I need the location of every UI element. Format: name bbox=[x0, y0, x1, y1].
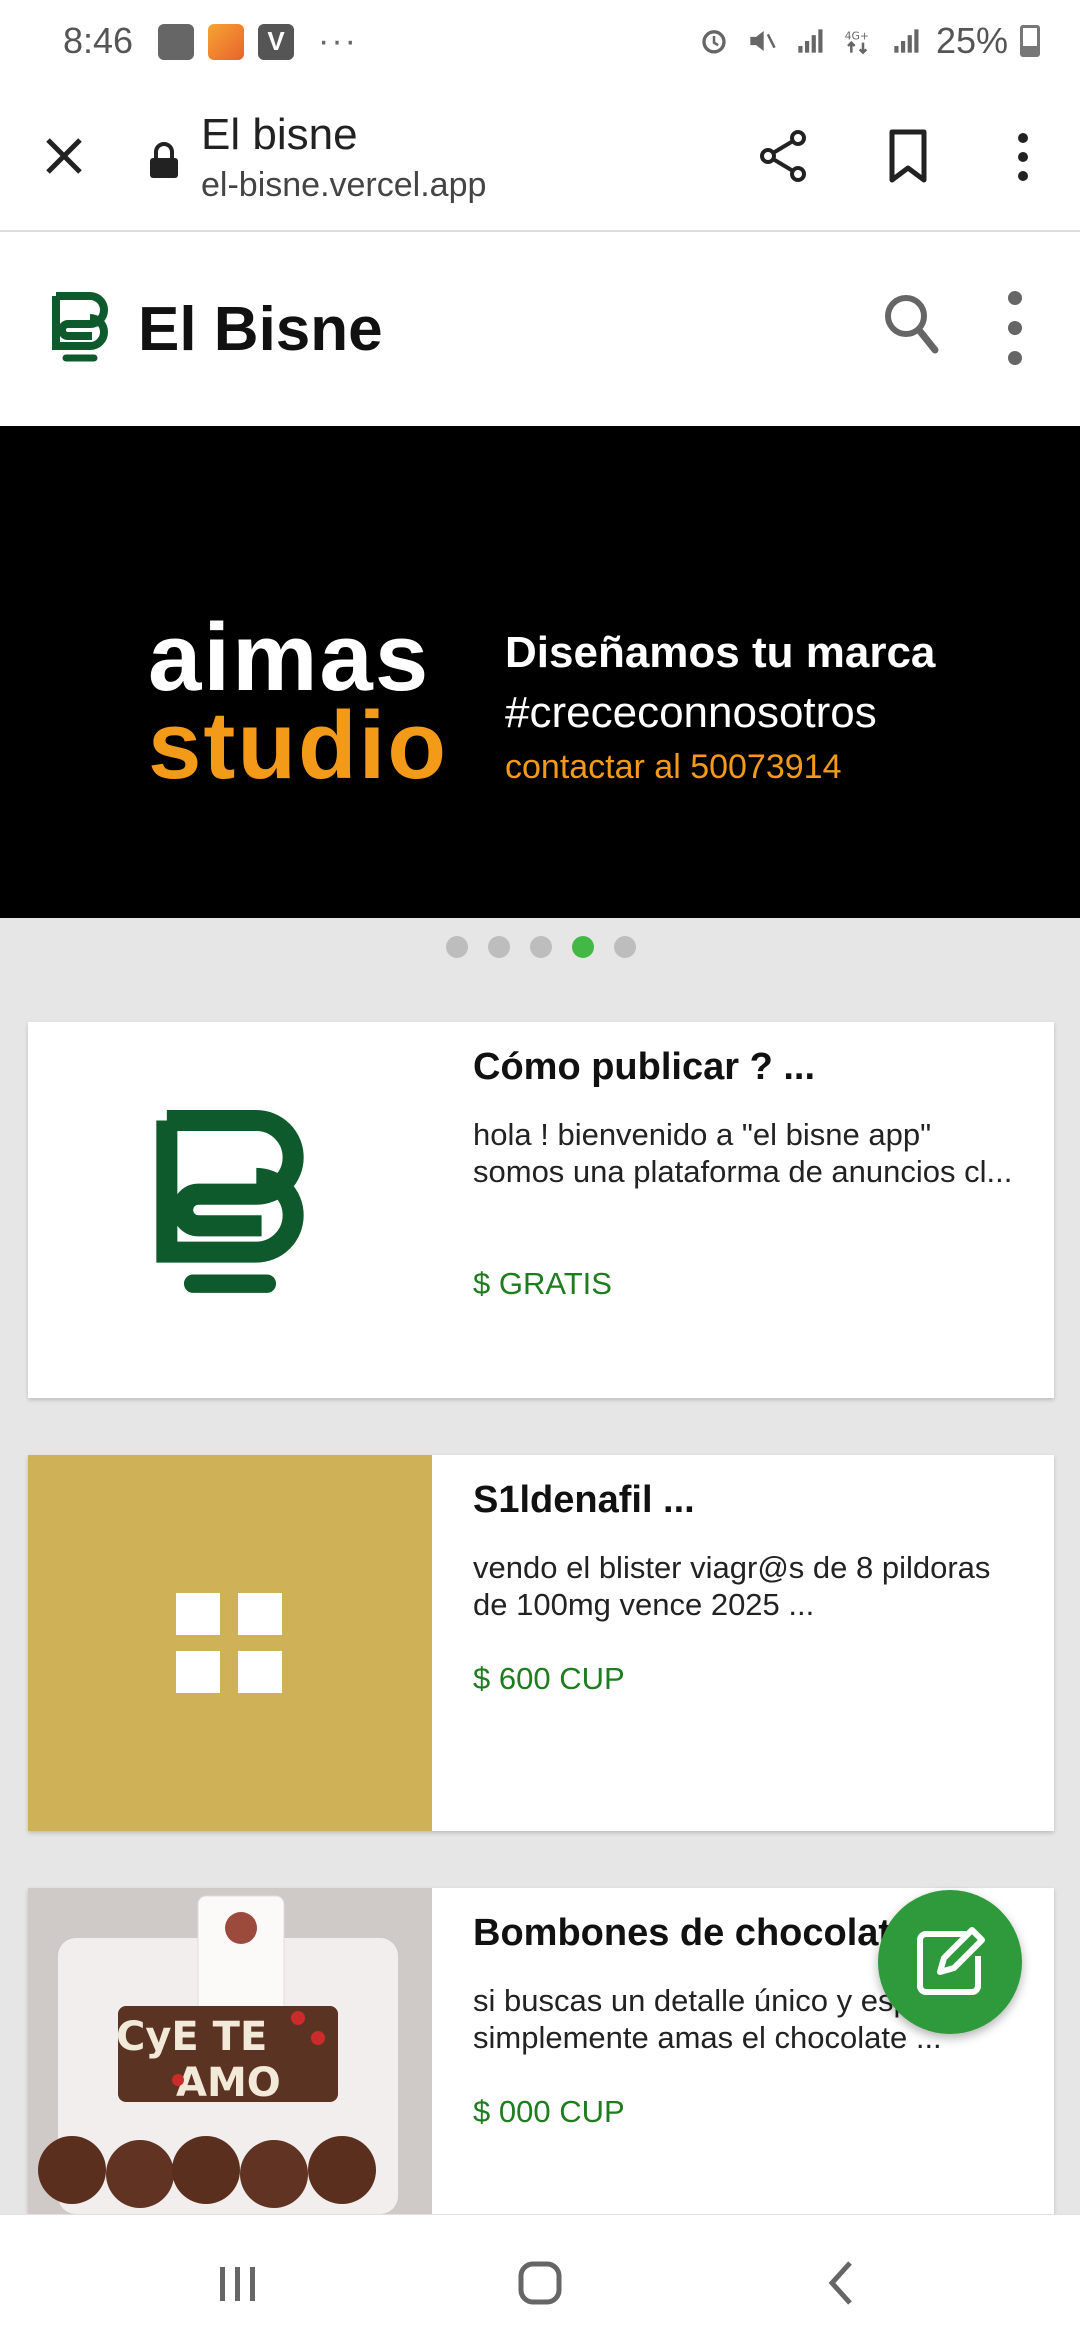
svg-text:CyE TE: CyE TE bbox=[116, 2014, 267, 2060]
battery-percent: 25% bbox=[935, 20, 1008, 61]
carousel-dot[interactable] bbox=[488, 936, 510, 958]
back-icon[interactable] bbox=[826, 2259, 856, 2307]
chocolate-photo: CyE TE AMO bbox=[28, 1888, 432, 2214]
banner-brand-bottom: studio bbox=[148, 692, 448, 799]
category-grid-icon bbox=[176, 1593, 282, 1693]
promo-banner[interactable]: aimas studio Diseñamos tu marca #crececo… bbox=[0, 426, 1080, 918]
edit-icon bbox=[917, 1927, 985, 1995]
recent-apps-icon[interactable] bbox=[216, 2263, 260, 2305]
status-bar: 8:46 V ··· 4G+ 25% bbox=[0, 0, 1080, 84]
bookmark-icon[interactable] bbox=[884, 128, 932, 184]
el-bisne-logo-icon bbox=[156, 1110, 304, 1293]
more-notifications-icon: ··· bbox=[318, 22, 358, 60]
listing-image: CyE TE AMO bbox=[28, 1888, 432, 2214]
app-menu-icon[interactable] bbox=[1000, 288, 1030, 368]
page-url[interactable]: el-bisne.vercel.app bbox=[201, 166, 486, 205]
close-icon[interactable] bbox=[40, 132, 88, 180]
system-indicators: 4G+ 25% bbox=[696, 20, 1040, 62]
app-title: El Bisne bbox=[138, 295, 383, 364]
signal-icon-2 bbox=[894, 29, 919, 53]
listing-price: $ 000 CUP bbox=[473, 2094, 625, 2129]
carousel-dot[interactable] bbox=[446, 936, 468, 958]
app-header: El Bisne bbox=[0, 232, 1080, 426]
listing-title: S1ldenafil ... bbox=[473, 1479, 695, 1521]
4g-data-icon: 4G+ bbox=[845, 29, 869, 55]
browser-toolbar: El bisne el-bisne.vercel.app bbox=[0, 84, 1080, 232]
search-icon[interactable] bbox=[882, 292, 940, 356]
listing-price: $ 600 CUP bbox=[473, 1661, 625, 1696]
app-notification-icon bbox=[208, 23, 244, 60]
banner-headline: Diseñamos tu marca bbox=[505, 628, 936, 677]
system-nav-bar bbox=[0, 2214, 1080, 2340]
listing-price: $ GRATIS bbox=[473, 1266, 612, 1301]
lock-icon[interactable] bbox=[148, 142, 180, 180]
svg-text:AMO: AMO bbox=[176, 2060, 281, 2106]
v-app-notification-icon: V bbox=[258, 23, 294, 60]
svg-text:4G+: 4G+ bbox=[845, 29, 869, 42]
listing-image bbox=[28, 1455, 432, 1831]
page-title[interactable]: El bisne bbox=[201, 110, 358, 160]
home-icon[interactable] bbox=[516, 2259, 564, 2307]
banner-contact: contactar al 50073914 bbox=[505, 748, 842, 786]
carousel-indicator bbox=[446, 936, 636, 958]
listing-title: Cómo publicar ? ... bbox=[473, 1046, 816, 1088]
new-post-button[interactable] bbox=[878, 1890, 1022, 2034]
banner-brand-top: aimas bbox=[148, 604, 431, 711]
battery-icon bbox=[1020, 25, 1040, 57]
carousel-dot[interactable] bbox=[530, 936, 552, 958]
alarm-icon bbox=[702, 30, 726, 54]
el-bisne-logo-icon[interactable] bbox=[52, 292, 108, 368]
listing-image bbox=[28, 1022, 432, 1398]
carousel-dot[interactable] bbox=[614, 936, 636, 958]
browser-more-icon[interactable] bbox=[1005, 130, 1041, 184]
banner-hashtag: #crececonnosotros bbox=[505, 688, 877, 737]
gallery-notification-icon bbox=[158, 23, 194, 60]
carousel-dot-active[interactable] bbox=[572, 936, 594, 958]
listing-description: vendo el blister viagr@s de 8 pildoras d… bbox=[473, 1550, 991, 1622]
listing-card[interactable]: S1ldenafil ... vendo el blister viagr@s … bbox=[28, 1455, 1054, 1831]
listing-card[interactable]: Cómo publicar ? ... hola ! bienvenido a … bbox=[28, 1022, 1054, 1398]
listing-description: hola ! bienvenido a "el bisne app" somos… bbox=[473, 1117, 1013, 1189]
status-time: 8:46 bbox=[63, 20, 134, 61]
share-icon[interactable] bbox=[756, 128, 812, 184]
signal-icon bbox=[798, 29, 823, 53]
listing-title: Bombones de chocolat... bbox=[473, 1912, 923, 1954]
mute-icon bbox=[750, 31, 776, 51]
notification-icons: V ··· bbox=[158, 22, 358, 61]
